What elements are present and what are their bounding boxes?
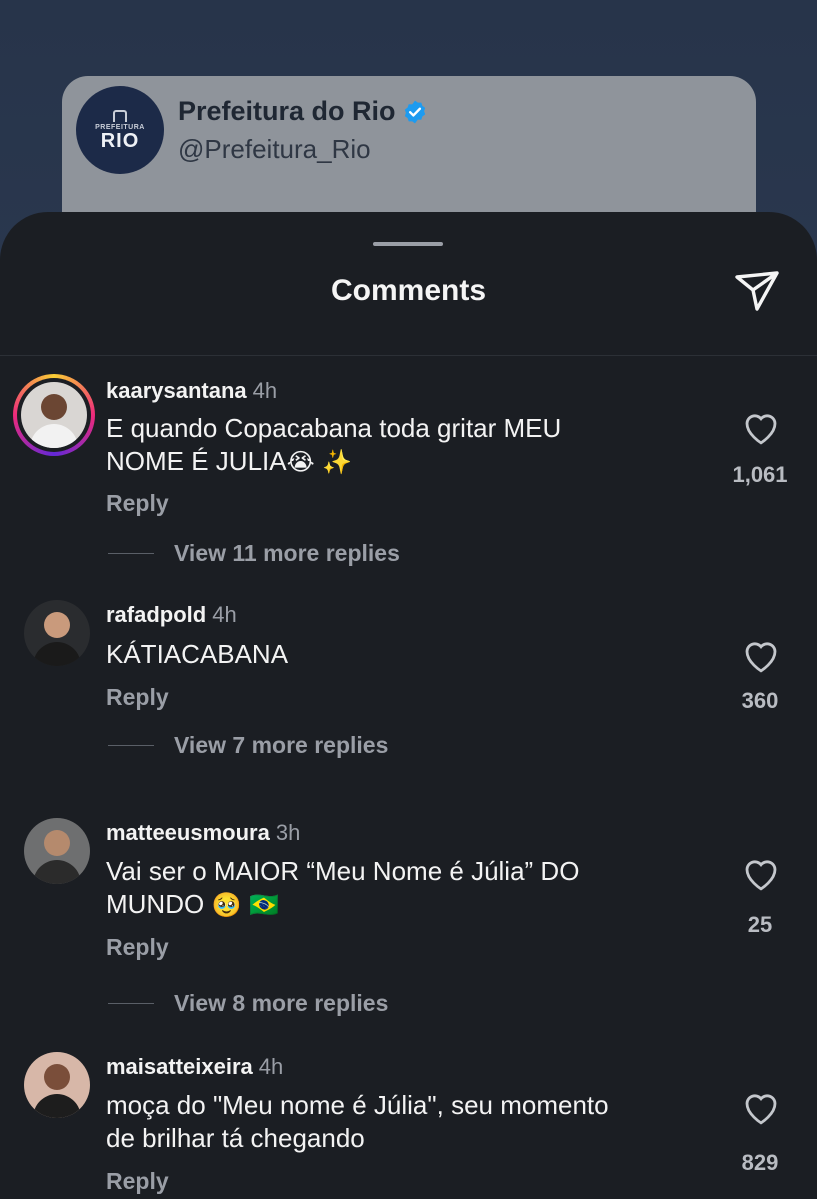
reply-button[interactable]: Reply (106, 1168, 169, 1195)
comment-text: Vai ser o MAIOR “Meu Nome é Júlia” DO MU… (106, 855, 706, 922)
replies-line (108, 1003, 154, 1004)
like-count: 829 (741, 1150, 779, 1175)
comment-text: KÁTIACABANA (106, 638, 706, 671)
sheet-title: Comments (330, 274, 487, 307)
reply-button[interactable]: Reply (106, 490, 169, 517)
comment-username-text[interactable]: rafadpold (106, 602, 206, 627)
post-avatar-big-text: RIO (100, 129, 140, 152)
comment-username-text[interactable]: maisatteixeira (106, 1054, 253, 1079)
comment-emoji: 🥹 🇧🇷 (211, 891, 279, 919)
comment-time: 4h (212, 602, 237, 627)
comments-sheet: Comments kaarysantana 4h E quando Copacab… (0, 212, 817, 1199)
comment-time: 4h (252, 378, 278, 403)
view-replies-label[interactable]: View 7 more replies (174, 732, 388, 759)
comment-text-line: moça do "Meu nome é Júlia", seu momento (106, 1090, 609, 1120)
story-ring[interactable] (13, 374, 95, 456)
comment-username[interactable]: rafadpold 4h (106, 602, 237, 628)
view-replies-button[interactable]: View 7 more replies (108, 732, 388, 759)
post-author-name-text: Prefeitura do Rio (178, 96, 396, 126)
comment-username-text[interactable]: matteeusmoura (106, 820, 270, 845)
post-author-name: Prefeitura do Rio (178, 96, 428, 127)
replies-line (108, 745, 154, 746)
replies-line (108, 553, 154, 554)
avatar[interactable] (24, 600, 90, 666)
view-replies-label[interactable]: View 8 more replies (174, 990, 388, 1017)
view-replies-button[interactable]: View 11 more replies (108, 540, 400, 567)
sheet-drag-handle[interactable] (373, 242, 443, 246)
comment-time: 3h (275, 820, 301, 845)
comment-username[interactable]: matteeusmoura 3h (106, 820, 300, 846)
comment-text: moça do "Meu nome é Júlia", seu momento … (106, 1089, 706, 1155)
comment-text-line: de brilhar tá chegando (106, 1123, 365, 1153)
comment-text-line: Vai ser o MAIOR “Meu Nome é Júlia” DO (106, 856, 580, 886)
heart-icon[interactable] (740, 853, 782, 895)
crest-icon (113, 109, 127, 122)
comment-text-line: NOME É JULIA (106, 446, 287, 476)
post-avatar: PREFEITURA RIO (76, 86, 164, 174)
view-replies-label[interactable]: View 11 more replies (174, 540, 400, 567)
heart-icon[interactable] (740, 635, 782, 677)
comment-username-text[interactable]: kaarysantana (106, 378, 247, 403)
like-count: 1,061 (732, 462, 788, 487)
comment-text-line: KÁTIACABANA (106, 639, 289, 669)
comment-username[interactable]: maisatteixeira 4h (106, 1054, 283, 1080)
reply-button[interactable]: Reply (106, 684, 169, 711)
comment-text-line: E quando Copacabana toda gritar MEU (106, 413, 562, 443)
verified-badge-icon (404, 100, 425, 123)
view-replies-button[interactable]: View 8 more replies (108, 990, 388, 1017)
post-author-handle: @Prefeitura_Rio (178, 134, 371, 164)
comment-username[interactable]: kaarysantana 4h (106, 378, 277, 404)
avatar[interactable] (24, 818, 90, 884)
like-count: 360 (741, 688, 779, 713)
comment-text: E quando Copacabana toda gritar MEU NOME… (106, 412, 706, 479)
heart-icon[interactable] (740, 1087, 782, 1129)
header-divider (0, 355, 817, 356)
reply-button[interactable]: Reply (106, 934, 169, 961)
heart-icon[interactable] (740, 407, 782, 449)
share-icon[interactable] (732, 268, 782, 314)
avatar (21, 382, 87, 448)
like-count: 25 (747, 912, 773, 937)
comment-time: 4h (258, 1054, 284, 1079)
comment-emoji: 😭 ✨ (286, 448, 353, 476)
comment-text-line: MUNDO (106, 889, 205, 919)
avatar[interactable] (24, 1052, 90, 1118)
